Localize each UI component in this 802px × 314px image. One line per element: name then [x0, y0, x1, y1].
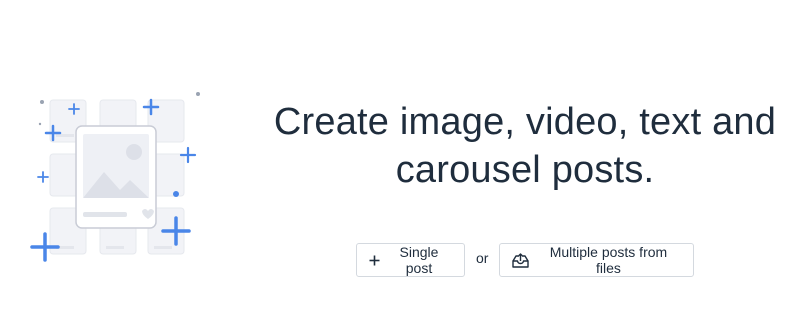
plus-icon	[369, 255, 380, 266]
post-grid-illustration	[28, 86, 204, 264]
create-posts-panel: Create image, video, text and carousel p…	[0, 0, 802, 314]
upload-tray-icon	[512, 252, 530, 268]
headline-line-2: carousel posts.	[395, 149, 655, 191]
multiple-posts-label: Multiple posts from files	[549, 244, 668, 276]
multiple-posts-button[interactable]: Multiple posts from files	[499, 243, 695, 277]
page-title: Create image, video, text and carousel p…	[262, 98, 788, 194]
single-post-button[interactable]: Single post	[356, 243, 465, 277]
create-post-actions: Single post or Multiple posts from files	[356, 243, 695, 277]
single-post-label: Single post	[399, 244, 439, 276]
headline-line-1: Create image, video, text and	[273, 101, 777, 143]
or-separator: or	[476, 250, 489, 266]
